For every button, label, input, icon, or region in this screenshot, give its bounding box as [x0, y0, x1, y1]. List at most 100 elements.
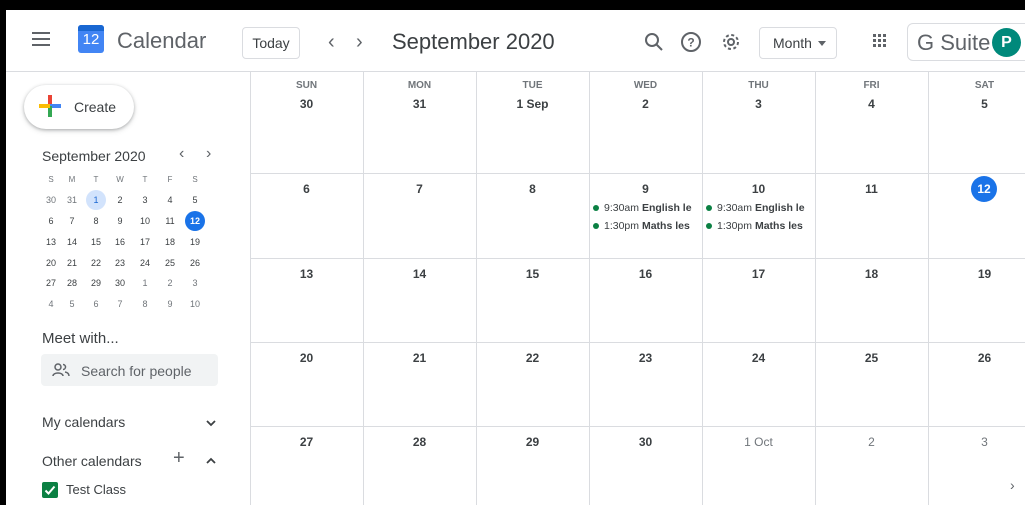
mini-day-cell[interactable]: 10	[135, 211, 155, 231]
day-cell[interactable]: MON 31	[363, 72, 476, 173]
event-maths-lesson[interactable]: 1:30pm Maths les	[593, 218, 698, 234]
add-calendar-button[interactable]: +	[173, 448, 185, 468]
mini-day-cell[interactable]: 2	[110, 190, 130, 210]
event-english-lesson[interactable]: 9:30am English le	[706, 200, 811, 216]
day-number[interactable]: 24	[702, 351, 815, 365]
day-number[interactable]: 5	[928, 97, 1025, 111]
mini-day-cell[interactable]: 30	[41, 190, 61, 210]
mini-prev-month-button[interactable]: ‹	[179, 145, 184, 163]
day-cell[interactable]: 11	[815, 173, 928, 258]
mini-day-cell[interactable]: 28	[62, 273, 82, 293]
previous-period-button[interactable]: ‹	[328, 30, 335, 54]
day-number[interactable]: 14	[363, 267, 476, 281]
mini-day-cell[interactable]: 20	[41, 253, 61, 273]
event-english-lesson[interactable]: 9:30am English le	[593, 200, 698, 216]
mini-day-cell[interactable]: 24	[135, 253, 155, 273]
create-button[interactable]: Create	[24, 85, 134, 129]
mini-day-cell[interactable]: 5	[185, 190, 205, 210]
day-cell[interactable]: 28	[363, 426, 476, 505]
day-number[interactable]: 13	[250, 267, 363, 281]
day-number[interactable]: 18	[815, 267, 928, 281]
day-cell[interactable]: 16	[589, 258, 702, 342]
day-cell[interactable]: SAT 5	[928, 72, 1025, 173]
day-number[interactable]: 26	[928, 351, 1025, 365]
day-number[interactable]: 23	[589, 351, 702, 365]
mini-day-cell[interactable]: 30	[110, 273, 130, 293]
day-number[interactable]: 19	[928, 267, 1025, 281]
day-cell[interactable]: 7	[363, 173, 476, 258]
day-cell[interactable]: 14	[363, 258, 476, 342]
day-cell[interactable]: SUN 30	[250, 72, 363, 173]
mini-day-cell[interactable]: 6	[86, 294, 106, 314]
day-number[interactable]: 16	[589, 267, 702, 281]
mini-day-cell[interactable]: 21	[62, 253, 82, 273]
day-cell[interactable]: 25	[815, 342, 928, 426]
mini-day-cell[interactable]: 7	[110, 294, 130, 314]
day-cell[interactable]: THU 3	[702, 72, 815, 173]
day-number[interactable]: 17	[702, 267, 815, 281]
day-cell[interactable]: 30	[589, 426, 702, 505]
chevron-right-icon[interactable]: ›	[1010, 477, 1015, 493]
my-calendars-label[interactable]: My calendars	[42, 414, 125, 430]
mini-day-cell[interactable]: 13	[41, 232, 61, 252]
day-number[interactable]: 6	[250, 182, 363, 196]
mini-day-cell[interactable]: 1	[135, 273, 155, 293]
day-cell[interactable]: 26	[928, 342, 1025, 426]
day-number[interactable]: 7	[363, 182, 476, 196]
day-cell[interactable]: WED 2	[589, 72, 702, 173]
day-cell[interactable]: 22	[476, 342, 589, 426]
day-cell[interactable]: 6	[250, 173, 363, 258]
mini-day-cell[interactable]: 12	[185, 211, 205, 231]
day-cell[interactable]: 29	[476, 426, 589, 505]
search-people-input[interactable]: Search for people	[41, 354, 218, 386]
settings-icon[interactable]	[719, 30, 743, 54]
day-number[interactable]: 22	[476, 351, 589, 365]
day-number[interactable]: 4	[815, 97, 928, 111]
mini-day-cell[interactable]: 10	[185, 294, 205, 314]
mini-day-cell[interactable]: 4	[160, 190, 180, 210]
mini-day-cell[interactable]: 7	[62, 211, 82, 231]
day-number[interactable]: 3	[928, 435, 1025, 449]
mini-day-cell[interactable]: 27	[41, 273, 61, 293]
mini-day-cell[interactable]: 31	[62, 190, 82, 210]
day-cell[interactable]: 17	[702, 258, 815, 342]
day-number[interactable]: 9	[589, 182, 702, 196]
mini-day-cell[interactable]: 17	[135, 232, 155, 252]
day-cell[interactable]: 24	[702, 342, 815, 426]
day-number[interactable]: 10	[702, 182, 815, 196]
day-cell[interactable]: 13	[250, 258, 363, 342]
day-number[interactable]: 15	[476, 267, 589, 281]
day-cell[interactable]: 23	[589, 342, 702, 426]
mini-day-cell[interactable]: 29	[86, 273, 106, 293]
day-number[interactable]: 2	[589, 97, 702, 111]
event-maths-lesson[interactable]: 1:30pm Maths les	[706, 218, 811, 234]
other-calendars-label[interactable]: Other calendars	[42, 453, 142, 469]
view-selector[interactable]: Month	[759, 27, 837, 59]
mini-day-cell[interactable]: 9	[110, 211, 130, 231]
avatar[interactable]: P	[992, 28, 1021, 57]
mini-day-cell[interactable]: 19	[185, 232, 205, 252]
day-number[interactable]: 8	[476, 182, 589, 196]
mini-day-cell[interactable]: 26	[185, 253, 205, 273]
day-number[interactable]: 30	[250, 97, 363, 111]
day-number[interactable]: 21	[363, 351, 476, 365]
day-cell[interactable]: 1 Oct	[702, 426, 815, 505]
chevron-up-icon[interactable]	[204, 454, 218, 468]
mini-day-cell[interactable]: 1	[86, 190, 106, 210]
day-number[interactable]: 29	[476, 435, 589, 449]
mini-day-cell[interactable]: 11	[160, 211, 180, 231]
mini-day-cell[interactable]: 9	[160, 294, 180, 314]
day-number[interactable]: 3	[702, 97, 815, 111]
mini-day-cell[interactable]: 23	[110, 253, 130, 273]
day-cell[interactable]: 3	[928, 426, 1025, 505]
search-icon[interactable]	[642, 30, 666, 54]
mini-day-cell[interactable]: 16	[110, 232, 130, 252]
day-number[interactable]: 1 Oct	[702, 435, 815, 449]
today-button[interactable]: Today	[242, 27, 300, 59]
mini-next-month-button[interactable]: ›	[206, 145, 211, 163]
mini-day-cell[interactable]: 6	[41, 211, 61, 231]
day-number[interactable]: 11	[815, 182, 928, 196]
day-cell[interactable]: 27	[250, 426, 363, 505]
day-number[interactable]: 30	[589, 435, 702, 449]
day-cell[interactable]: 20	[250, 342, 363, 426]
